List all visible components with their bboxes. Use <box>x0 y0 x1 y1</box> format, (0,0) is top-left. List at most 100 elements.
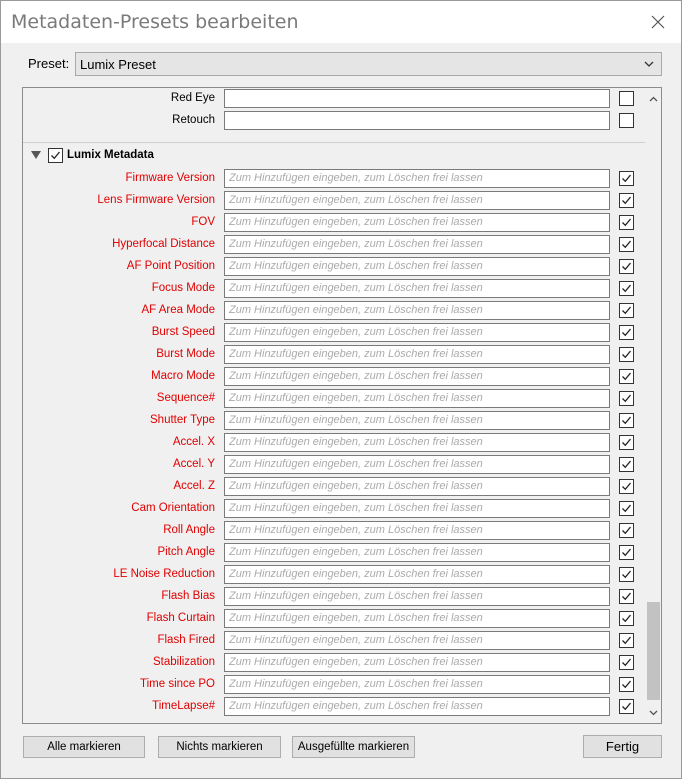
field-row: TimeLapse# Zum Hinzufügen eingeben, zum L… <box>23 696 645 718</box>
select-none-button[interactable]: Nichts markieren <box>158 736 281 758</box>
field-input[interactable]: Zum Hinzufügen eingeben, zum Löschen fre… <box>224 499 610 518</box>
field-checkbox[interactable] <box>619 171 634 186</box>
field-checkbox[interactable] <box>619 113 634 128</box>
field-input[interactable]: Zum Hinzufügen eingeben, zum Löschen fre… <box>224 455 610 474</box>
field-checkbox[interactable] <box>619 699 634 714</box>
field-checkbox[interactable] <box>619 303 634 318</box>
field-input[interactable]: Zum Hinzufügen eingeben, zum Löschen fre… <box>224 169 610 188</box>
field-row: Flash Curtain Zum Hinzufügen eingeben, zu… <box>23 608 645 630</box>
field-checkbox[interactable] <box>619 501 634 516</box>
field-checkbox[interactable] <box>619 611 634 626</box>
field-checkbox[interactable] <box>619 567 634 582</box>
field-checkbox[interactable] <box>619 633 634 648</box>
group-header: Lumix Metadata <box>23 142 645 168</box>
field-checkbox[interactable] <box>619 91 634 106</box>
scroll-down-button[interactable] <box>645 704 661 721</box>
field-input[interactable]: Zum Hinzufügen eingeben, zum Löschen fre… <box>224 675 610 694</box>
group-checkbox[interactable] <box>48 148 63 163</box>
field-checkbox[interactable] <box>619 413 634 428</box>
field-label: Shutter Type <box>150 414 215 426</box>
field-input[interactable]: Zum Hinzufügen eingeben, zum Löschen fre… <box>224 411 610 430</box>
field-row: FOV Zum Hinzufügen eingeben, zum Löschen … <box>23 212 645 234</box>
field-checkbox[interactable] <box>619 215 634 230</box>
field-checkbox[interactable] <box>619 677 634 692</box>
field-checkbox[interactable] <box>619 281 634 296</box>
field-row: Accel. Y Zum Hinzufügen eingeben, zum Lös… <box>23 454 645 476</box>
field-input[interactable]: Zum Hinzufügen eingeben, zum Löschen fre… <box>224 389 610 408</box>
field-input[interactable]: Zum Hinzufügen eingeben, zum Löschen fre… <box>224 213 610 232</box>
field-checkbox[interactable] <box>619 655 634 670</box>
close-button[interactable] <box>645 9 671 35</box>
field-checkbox[interactable] <box>619 391 634 406</box>
field-input[interactable]: Zum Hinzufügen eingeben, zum Löschen fre… <box>224 367 610 386</box>
field-label: Focus Mode <box>151 282 215 294</box>
field-row: AF Point Position Zum Hinzufügen eingeben… <box>23 256 645 278</box>
field-input[interactable]: Zum Hinzufügen eingeben, zum Löschen fre… <box>224 301 610 320</box>
field-label: Roll Angle <box>163 524 215 536</box>
check-icon <box>622 416 632 425</box>
done-button[interactable]: Fertig <box>583 735 662 758</box>
scrollbar-thumb[interactable] <box>647 602 660 700</box>
field-checkbox[interactable] <box>619 589 634 604</box>
preset-dropdown[interactable]: Lumix Preset <box>75 52 662 76</box>
field-input[interactable]: Zum Hinzufügen eingeben, zum Löschen fre… <box>224 653 610 672</box>
check-icon <box>622 394 632 403</box>
check-icon <box>622 482 632 491</box>
check-icon <box>622 372 632 381</box>
field-input[interactable]: Zum Hinzufügen eingeben, zum Löschen fre… <box>224 279 610 298</box>
previous-section: Red Eye Retouch <box>23 88 645 142</box>
field-input[interactable]: Zum Hinzufügen eingeben, zum Löschen fre… <box>224 587 610 606</box>
field-label: Flash Curtain <box>146 612 215 624</box>
field-input[interactable]: Zum Hinzufügen eingeben, zum Löschen fre… <box>224 543 610 562</box>
field-input[interactable]: Zum Hinzufügen eingeben, zum Löschen fre… <box>224 433 610 452</box>
title-bar: Metadaten-Presets bearbeiten <box>1 1 681 43</box>
field-checkbox[interactable] <box>619 457 634 472</box>
field-checkbox[interactable] <box>619 523 634 538</box>
field-input[interactable]: Zum Hinzufügen eingeben, zum Löschen fre… <box>224 521 610 540</box>
field-row: Cam Orientation Zum Hinzufügen eingeben, … <box>23 498 645 520</box>
field-checkbox[interactable] <box>619 347 634 362</box>
window-title: Metadaten-Presets bearbeiten <box>11 11 299 33</box>
field-input[interactable]: Zum Hinzufügen eingeben, zum Löschen fre… <box>224 257 610 276</box>
field-checkbox[interactable] <box>619 479 634 494</box>
select-all-button[interactable]: Alle markieren <box>23 736 145 758</box>
field-input[interactable]: Zum Hinzufügen eingeben, zum Löschen fre… <box>224 565 610 584</box>
field-row: Firmware Version Zum Hinzufügen eingeben,… <box>23 168 645 190</box>
check-icon <box>622 614 632 623</box>
check-icon <box>622 526 632 535</box>
field-row: AF Area Mode Zum Hinzufügen eingeben, zum… <box>23 300 645 322</box>
field-checkbox[interactable] <box>619 435 634 450</box>
vertical-scrollbar[interactable] <box>645 88 661 723</box>
check-icon <box>622 570 632 579</box>
check-icon <box>622 504 632 513</box>
field-input[interactable]: Zum Hinzufügen eingeben, zum Löschen fre… <box>224 323 610 342</box>
field-checkbox[interactable] <box>619 193 634 208</box>
field-row: Macro Mode Zum Hinzufügen eingeben, zum L… <box>23 366 645 388</box>
field-label: Sequence# <box>156 392 215 404</box>
field-checkbox[interactable] <box>619 237 634 252</box>
expand-triangle-icon[interactable] <box>31 151 41 160</box>
field-label: Accel. Y <box>173 458 215 470</box>
field-label: Cam Orientation <box>131 502 215 514</box>
field-input[interactable]: Zum Hinzufügen eingeben, zum Löschen fre… <box>224 697 610 716</box>
group-fields: Firmware Version Zum Hinzufügen eingeben,… <box>23 168 645 723</box>
field-row: Focus Mode Zum Hinzufügen eingeben, zum L… <box>23 278 645 300</box>
field-input[interactable]: Zum Hinzufügen eingeben, zum Löschen fre… <box>224 345 610 364</box>
scroll-up-button[interactable] <box>645 90 661 107</box>
field-input[interactable]: Zum Hinzufügen eingeben, zum Löschen fre… <box>224 609 610 628</box>
field-input[interactable]: Zum Hinzufügen eingeben, zum Löschen fre… <box>224 477 610 496</box>
field-checkbox[interactable] <box>619 369 634 384</box>
field-input[interactable] <box>224 111 610 130</box>
field-row: Pitch Angle Zum Hinzufügen eingeben, zum … <box>23 542 645 564</box>
check-icon <box>622 658 632 667</box>
field-input[interactable]: Zum Hinzufügen eingeben, zum Löschen fre… <box>224 631 610 650</box>
field-checkbox[interactable] <box>619 545 634 560</box>
field-input[interactable]: Zum Hinzufügen eingeben, zum Löschen fre… <box>224 191 610 210</box>
field-input[interactable] <box>224 89 610 108</box>
check-icon <box>622 218 632 227</box>
field-checkbox[interactable] <box>619 259 634 274</box>
field-row: Shutter Type Zum Hinzufügen eingeben, zum… <box>23 410 645 432</box>
select-filled-button[interactable]: Ausgefüllte markieren <box>292 736 415 758</box>
field-checkbox[interactable] <box>619 325 634 340</box>
field-input[interactable]: Zum Hinzufügen eingeben, zum Löschen fre… <box>224 235 610 254</box>
